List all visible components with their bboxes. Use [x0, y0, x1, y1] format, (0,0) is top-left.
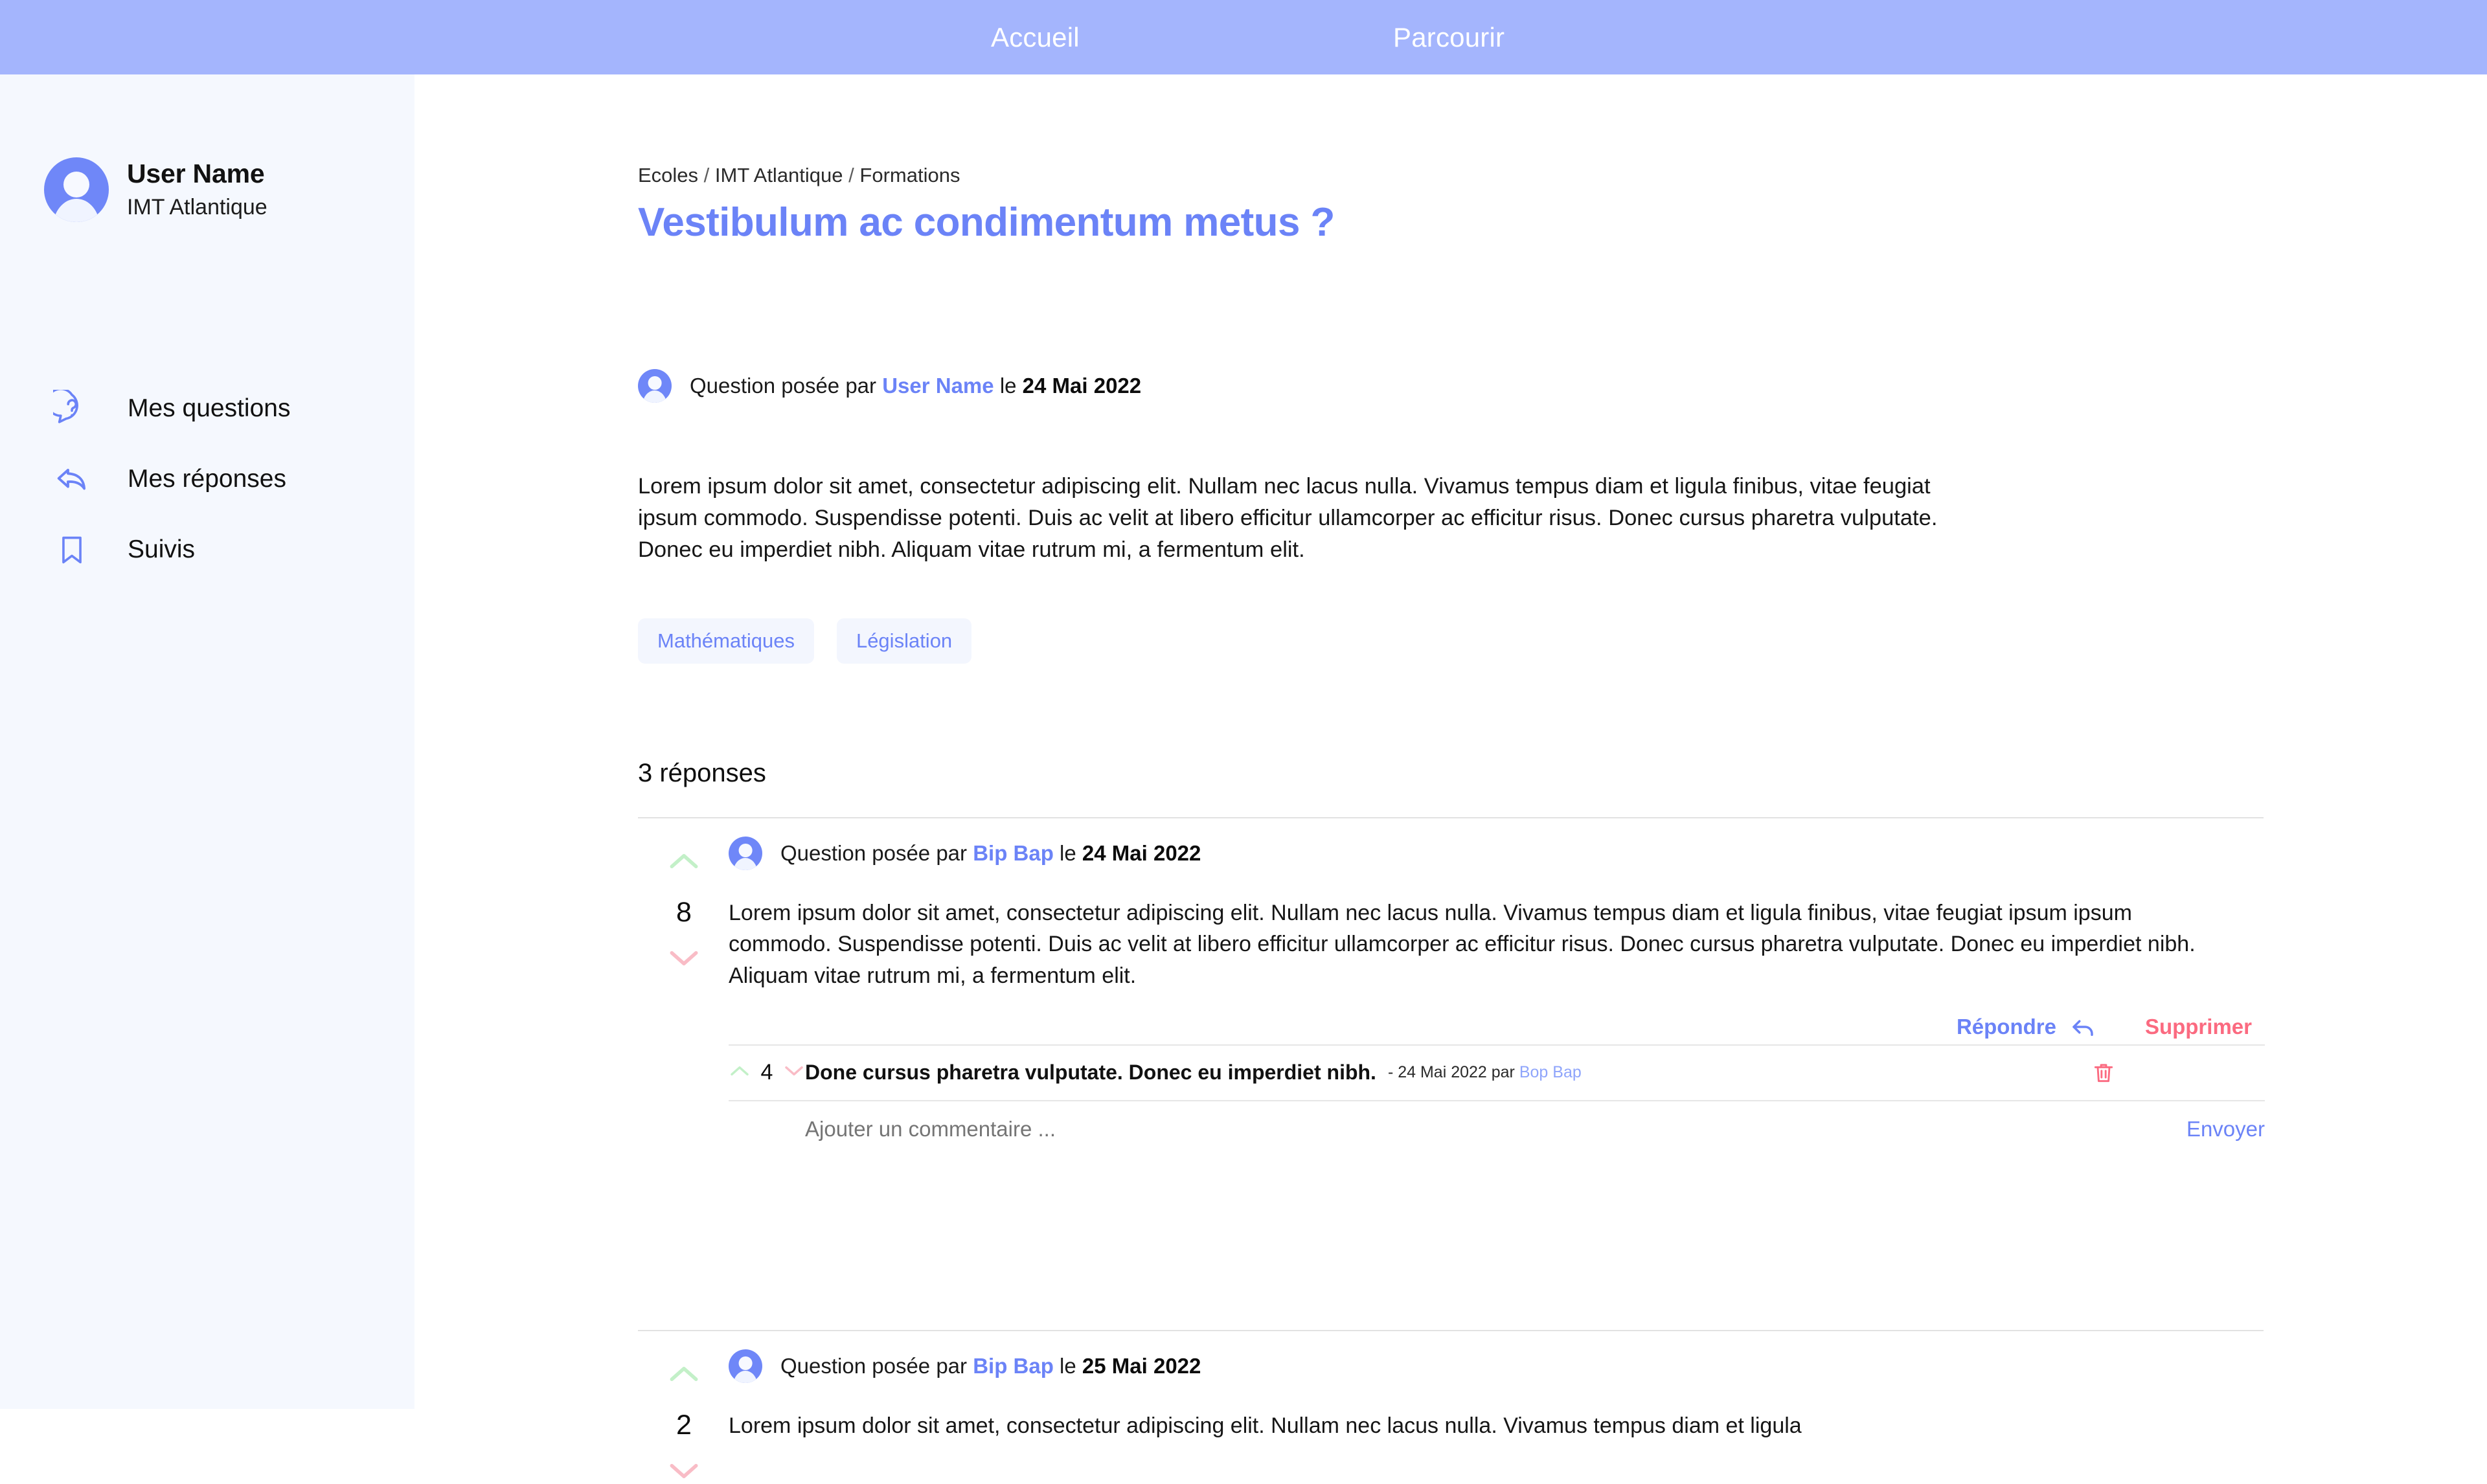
profile-text: User Name IMT Atlantique — [127, 159, 267, 220]
sidebar: User Name IMT Atlantique Mes questions M… — [0, 74, 414, 1409]
breadcrumb-item-imt-atlantique[interactable]: IMT Atlantique — [715, 164, 843, 186]
tag-legislation[interactable]: Législation — [836, 618, 972, 664]
nav-link-accueil[interactable]: Accueil — [991, 22, 1080, 53]
avatar-body — [733, 858, 758, 870]
answers-count: 3 réponses — [638, 759, 766, 787]
answer-body: Lorem ipsum dolor sit amet, consectetur … — [729, 901, 2196, 988]
avatar-body — [642, 390, 667, 403]
question-meta: Question posée par User Name le 24 Mai 2… — [638, 369, 1141, 403]
reply-arrow-icon — [2069, 1013, 2096, 1040]
breadcrumb: Ecoles / IMT Atlantique / Formations — [638, 164, 960, 187]
avatar — [729, 837, 762, 870]
comment-vote-control: 4 — [729, 1060, 805, 1085]
reply-arrow-icon — [52, 459, 92, 499]
send-comment-button[interactable]: Envoyer — [2186, 1117, 2265, 1141]
avatar-body — [733, 1371, 758, 1383]
answer-actions: Répondre Supprimer — [729, 1009, 2264, 1044]
comment-meta: - 24 Mai 2022 par Bop Bap — [1388, 1063, 1582, 1082]
answer-meta-prefix: Question posée par — [780, 1354, 968, 1378]
answer-meta-middle: le — [1060, 1354, 1076, 1378]
sidebar-item-label: Mes réponses — [128, 465, 286, 493]
question-body: Lorem ipsum dolor sit amet, consectetur … — [638, 474, 1938, 562]
vote-control: 8 — [654, 851, 714, 971]
answer-meta-text: Question posée par Bip Bap le 25 Mai 202… — [780, 1354, 1201, 1378]
divider — [638, 817, 2264, 818]
answer-item: 2 Question posée par Bip Bap le 25 Mai 2… — [638, 1348, 2264, 1479]
sidebar-item-label: Mes questions — [128, 394, 291, 422]
divider — [638, 1330, 2264, 1331]
answer-author[interactable]: Bip Bap — [973, 841, 1054, 865]
breadcrumb-separator: / — [703, 164, 710, 186]
breadcrumb-separator: / — [848, 164, 854, 186]
main-content: Ecoles / IMT Atlantique / Formations Ves… — [414, 74, 2487, 1479]
delete-comment-icon[interactable] — [2091, 1061, 2116, 1085]
page-title: Vestibulum ac condimentum metus ? — [638, 200, 1335, 245]
question-bubble-icon — [52, 388, 92, 429]
answer-item: 8 Question posée par Bip Bap le 24 Mai 2… — [638, 835, 2265, 1157]
question-meta-middle: le — [999, 374, 1017, 398]
add-comment-input[interactable] — [805, 1116, 1906, 1141]
avatar-head — [63, 172, 89, 197]
breadcrumb-item-formations[interactable]: Formations — [859, 164, 960, 186]
upvote-icon[interactable] — [654, 851, 714, 874]
answer-meta-prefix: Question posée par — [780, 841, 968, 865]
comment-upvote-icon[interactable] — [729, 1064, 750, 1081]
comment-author[interactable]: Bop Bap — [1519, 1063, 1582, 1081]
answer-meta: Question posée par Bip Bap le 25 Mai 202… — [729, 1348, 2264, 1384]
reply-button-label: Répondre — [1956, 1014, 2056, 1039]
comment-vote-count: 4 — [760, 1060, 773, 1085]
sidebar-item-mes-reponses[interactable]: Mes réponses — [52, 459, 389, 499]
bookmark-icon — [52, 530, 92, 570]
answer-meta: Question posée par Bip Bap le 24 Mai 202… — [729, 835, 2264, 871]
upvote-icon[interactable] — [654, 1364, 714, 1387]
breadcrumb-item-ecoles[interactable]: Ecoles — [638, 164, 698, 186]
answer-date: 25 Mai 2022 — [1082, 1354, 1201, 1378]
top-navigation-bar: Accueil Parcourir — [0, 0, 2487, 74]
downvote-icon[interactable] — [654, 1461, 714, 1484]
sidebar-profile[interactable]: User Name IMT Atlantique — [44, 157, 267, 222]
sidebar-item-suivis[interactable]: Suivis — [52, 530, 389, 570]
comment-text: Done cursus pharetra vulputate. Donec eu… — [805, 1061, 1376, 1085]
question-meta-text: Question posée par User Name le 24 Mai 2… — [690, 374, 1141, 398]
reply-button[interactable]: Répondre — [1957, 1013, 2096, 1040]
sidebar-item-mes-questions[interactable]: Mes questions — [52, 388, 389, 429]
answer-body: Lorem ipsum dolor sit amet, consectetur … — [729, 1413, 1802, 1438]
avatar-body — [53, 199, 100, 222]
add-comment-row: Envoyer — [729, 1101, 2265, 1157]
avatar-head — [738, 844, 753, 858]
comment-downvote-icon[interactable] — [784, 1064, 804, 1081]
avatar — [729, 1349, 762, 1383]
question-date: 24 Mai 2022 — [1022, 374, 1142, 398]
answer-date: 24 Mai 2022 — [1082, 841, 1201, 865]
sidebar-nav: Mes questions Mes réponses Suivis — [52, 388, 389, 600]
question-meta-prefix: Question posée par — [690, 374, 877, 398]
comment-meta-date: - 24 Mai 2022 par — [1387, 1063, 1515, 1082]
comment-item: 4 Done cursus pharetra vulputate. Donec … — [729, 1046, 2265, 1100]
avatar — [44, 157, 109, 222]
sidebar-item-label: Suivis — [128, 535, 196, 563]
profile-organization: IMT Atlantique — [127, 195, 267, 220]
question-author[interactable]: User Name — [882, 374, 994, 398]
answer-content: Question posée par Bip Bap le 25 Mai 202… — [729, 1348, 2264, 1441]
answer-content: Question posée par Bip Bap le 24 Mai 202… — [729, 835, 2265, 1157]
vote-count: 8 — [676, 897, 692, 928]
tag-mathematiques[interactable]: Mathématiques — [638, 618, 814, 664]
avatar-head — [738, 1356, 753, 1371]
delete-button[interactable]: Supprimer — [2145, 1015, 2252, 1039]
nav-link-parcourir[interactable]: Parcourir — [1393, 22, 1505, 53]
downvote-icon[interactable] — [654, 949, 714, 971]
vote-count: 2 — [676, 1410, 692, 1441]
profile-name: User Name — [127, 159, 265, 189]
avatar — [638, 369, 672, 403]
answer-author[interactable]: Bip Bap — [973, 1354, 1054, 1378]
answer-meta-middle: le — [1060, 841, 1076, 865]
answer-meta-text: Question posée par Bip Bap le 24 Mai 202… — [780, 841, 1201, 866]
vote-control: 2 — [654, 1364, 714, 1484]
avatar-head — [648, 376, 662, 390]
question-tags: Mathématiques Législation — [638, 618, 994, 664]
